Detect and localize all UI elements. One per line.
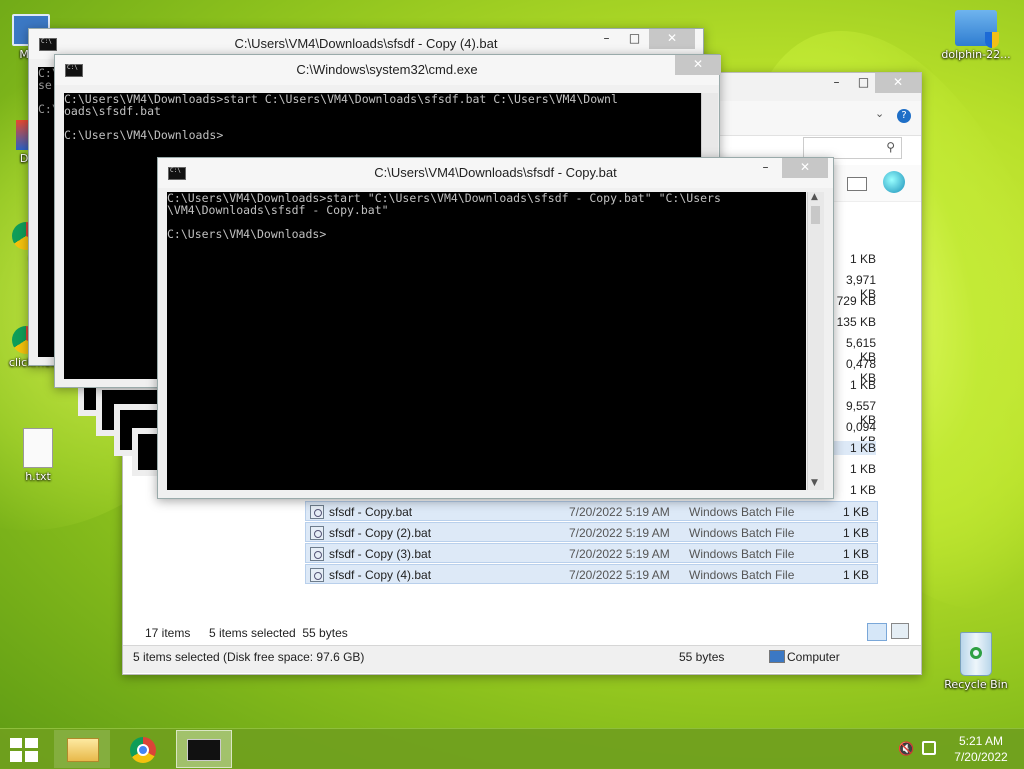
file-name: sfsdf - Copy (2).bat bbox=[329, 526, 432, 540]
close-button[interactable]: ✕ bbox=[649, 29, 695, 49]
taskbar-explorer-button[interactable] bbox=[54, 730, 110, 768]
file-row[interactable]: sfsdf - Copy (2).bat 7/20/2022 5:19 AM W… bbox=[305, 522, 878, 542]
clock-time: 5:21 AM bbox=[958, 734, 1004, 748]
scroll-up-icon[interactable]: ▲ bbox=[811, 192, 818, 202]
taskbar-cmd-button[interactable] bbox=[176, 730, 232, 768]
size-cell: 1 KB bbox=[849, 462, 876, 476]
bottom-size-info: 55 bytes bbox=[679, 650, 725, 664]
file-row[interactable]: sfsdf - Copy.bat 7/20/2022 5:19 AM Windo… bbox=[305, 501, 878, 521]
file-name: sfsdf - Copy (4).bat bbox=[329, 568, 432, 582]
clock-date: 7/20/2022 bbox=[954, 750, 1008, 764]
explorer-maximize-button[interactable]: □ bbox=[850, 73, 877, 93]
console-app-icon bbox=[187, 739, 221, 761]
file-date: 7/20/2022 5:19 AM bbox=[569, 526, 670, 540]
details-view-icon[interactable] bbox=[867, 623, 887, 641]
start-button[interactable] bbox=[10, 738, 38, 762]
bottom-location: Computer bbox=[787, 650, 840, 664]
globe-icon[interactable] bbox=[883, 171, 905, 193]
file-row[interactable]: sfsdf - Copy (3).bat 7/20/2022 5:19 AM W… bbox=[305, 543, 878, 563]
folder-icon bbox=[955, 10, 999, 48]
minimize-button[interactable]: – bbox=[593, 29, 620, 49]
recycle-bin-icon bbox=[960, 632, 992, 676]
size-cell: 1 KB bbox=[832, 441, 876, 455]
taskbar: 🔇 5:21 AM 7/20/2022 bbox=[0, 728, 1024, 769]
text-file-icon bbox=[23, 428, 53, 468]
window-title: C:\Users\VM4\Downloads\sfsdf - Copy.bat bbox=[374, 165, 617, 180]
maximize-button[interactable]: □ bbox=[621, 29, 648, 49]
help-icon[interactable]: ? bbox=[897, 109, 911, 123]
batch-file-icon bbox=[310, 568, 324, 582]
size-cell: 1 KB bbox=[849, 252, 876, 266]
file-size: 1 KB bbox=[842, 568, 869, 582]
taskbar-chrome-button[interactable] bbox=[116, 730, 172, 768]
size-cell: 729 KB bbox=[836, 294, 876, 308]
file-type: Windows Batch File bbox=[689, 505, 795, 519]
file-type: Windows Batch File bbox=[689, 568, 795, 582]
size-cell: 135 KB bbox=[836, 315, 876, 329]
batch-file-icon bbox=[310, 547, 324, 561]
batch-file-icon bbox=[310, 505, 324, 519]
console-output[interactable]: C:\Users\VM4\Downloads>start "C:\Users\V… bbox=[167, 192, 806, 490]
close-button[interactable]: ✕ bbox=[782, 158, 828, 178]
scroll-thumb[interactable] bbox=[811, 206, 820, 224]
search-input[interactable]: ⚲ bbox=[803, 137, 902, 159]
file-date: 7/20/2022 5:19 AM bbox=[569, 505, 670, 519]
explorer-close-button[interactable]: ✕ bbox=[875, 73, 921, 93]
file-size: 1 KB bbox=[842, 547, 869, 561]
status-selected: 5 items selected 55 bytes bbox=[209, 626, 348, 640]
file-type: Windows Batch File bbox=[689, 547, 795, 561]
volume-muted-icon[interactable]: 🔇 bbox=[898, 742, 914, 757]
file-row[interactable]: sfsdf - Copy (4).bat 7/20/2022 5:19 AM W… bbox=[305, 564, 878, 584]
batch-file-icon bbox=[310, 526, 324, 540]
computer-icon bbox=[769, 650, 785, 663]
console-scrollbar[interactable]: ▲ ▼ bbox=[807, 192, 824, 490]
scroll-down-icon[interactable]: ▼ bbox=[811, 478, 818, 488]
file-date: 7/20/2022 5:19 AM bbox=[569, 568, 670, 582]
desktop-icon-recycle-bin[interactable]: Recycle Bin bbox=[936, 632, 1016, 691]
clock[interactable]: 5:21 AM 7/20/2022 bbox=[946, 733, 1016, 765]
large-icons-view-icon[interactable] bbox=[891, 623, 909, 639]
status-items-count: 17 items bbox=[145, 626, 191, 640]
explorer-minimize-button[interactable]: – bbox=[823, 73, 850, 93]
desktop-icon-label: dolphin-22... bbox=[941, 48, 1011, 61]
chrome-icon bbox=[130, 737, 156, 763]
console-titlebar[interactable]: C:\Users\VM4\Downloads\sfsdf - Copy.bat bbox=[158, 158, 833, 188]
desktop-icon-label: Recycle Bin bbox=[944, 678, 1008, 691]
minimize-button[interactable]: – bbox=[752, 158, 779, 178]
file-name: sfsdf - Copy.bat bbox=[329, 505, 413, 519]
uac-shield-icon bbox=[985, 32, 999, 48]
desktop-icon-label: h.txt bbox=[25, 470, 51, 483]
ribbon-expand-icon[interactable]: ⌄ bbox=[875, 107, 884, 120]
desktop-icon-text-file[interactable]: h.txt bbox=[0, 428, 78, 483]
preview-pane-icon[interactable] bbox=[847, 177, 867, 191]
desktop-icon-dolphin[interactable]: dolphin-22... bbox=[936, 10, 1016, 61]
file-size: 1 KB bbox=[842, 505, 869, 519]
file-size: 1 KB bbox=[842, 526, 869, 540]
bottom-selection-info: 5 items selected (Disk free space: 97.6 … bbox=[133, 650, 365, 664]
file-explorer-icon bbox=[67, 738, 99, 762]
file-date: 7/20/2022 5:19 AM bbox=[569, 547, 670, 561]
console-titlebar[interactable]: C:\Windows\system32\cmd.exe bbox=[55, 55, 719, 85]
window-title: C:\Windows\system32\cmd.exe bbox=[296, 62, 478, 77]
console-window-copy[interactable]: C:\Users\VM4\Downloads\sfsdf - Copy.bat … bbox=[157, 157, 834, 499]
network-icon[interactable] bbox=[922, 741, 936, 755]
size-cell: 1 KB bbox=[849, 483, 876, 497]
size-cell: 1 KB bbox=[849, 378, 876, 392]
file-type: Windows Batch File bbox=[689, 526, 795, 540]
search-icon: ⚲ bbox=[886, 140, 895, 154]
file-name: sfsdf - Copy (3).bat bbox=[329, 547, 432, 561]
close-button[interactable]: ✕ bbox=[675, 55, 721, 75]
windows-logo-icon bbox=[10, 738, 38, 762]
